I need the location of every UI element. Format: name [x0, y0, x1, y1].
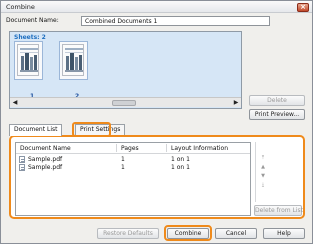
layout-cell: 1 on 1	[171, 156, 190, 163]
close-button[interactable]: ×	[297, 3, 309, 12]
table-row[interactable]: Sample.pdf 1 1 on 1	[16, 164, 250, 172]
move-top-icon[interactable]: ⤒	[259, 154, 267, 162]
restore-defaults-button[interactable]: Restore Defaults	[97, 228, 159, 239]
move-down-icon[interactable]: ▼	[259, 172, 267, 180]
scroll-right-icon[interactable]: ▶	[232, 99, 240, 107]
document-name-cell: Sample.pdf	[28, 156, 63, 163]
help-button[interactable]: Help	[263, 228, 305, 239]
move-up-icon[interactable]: ▲	[259, 163, 267, 171]
document-name-field[interactable]: Combined Documents 1	[81, 16, 270, 26]
layout-cell: 1 on 1	[171, 164, 190, 171]
document-list-table[interactable]: Document Name Pages Layout Information S…	[15, 142, 251, 216]
scroll-thumb[interactable]	[112, 100, 136, 106]
print-settings-highlight	[72, 122, 111, 137]
document-list-highlight: Document Name Pages Layout Information S…	[9, 135, 305, 219]
order-buttons-column: ⤒ ▲ ▼ ⤓	[255, 142, 302, 202]
pages-cell: 1	[121, 156, 125, 163]
cityscape-icon	[65, 48, 83, 72]
column-header-layout-information[interactable]: Layout Information	[171, 145, 228, 152]
document-name-label: Document Name:	[6, 17, 59, 24]
column-header-pages[interactable]: Pages	[121, 145, 139, 152]
column-divider	[166, 144, 167, 152]
sheet-page-image	[62, 44, 84, 76]
delete-from-list-button[interactable]: Delete from List	[254, 205, 303, 216]
sheet-page-image	[17, 44, 39, 76]
sheet-thumbnail[interactable]	[14, 41, 43, 80]
tab-document-list[interactable]: Document List	[9, 124, 63, 136]
sheet-horizontal-scrollbar[interactable]: ◀ ▶	[10, 97, 241, 107]
file-icon	[19, 164, 25, 171]
column-header-document-name[interactable]: Document Name	[20, 145, 71, 152]
column-divider	[116, 144, 117, 152]
pages-cell: 1	[121, 164, 125, 171]
delete-button[interactable]: Delete	[249, 95, 305, 106]
scroll-left-icon[interactable]: ◀	[11, 99, 19, 107]
document-name-cell: Sample.pdf	[28, 164, 63, 171]
move-bottom-icon[interactable]: ⤓	[259, 181, 267, 189]
title-bar: Combine ×	[1, 1, 312, 13]
table-row[interactable]: Sample.pdf 1 1 on 1	[16, 156, 250, 164]
sheet-thumbnail[interactable]	[59, 41, 88, 80]
header-divider	[16, 153, 250, 154]
cityscape-icon	[20, 48, 38, 72]
file-icon	[19, 156, 25, 163]
combine-dialog: Combine × Document Name: Combined Docume…	[0, 0, 313, 244]
cancel-button[interactable]: Cancel	[215, 228, 257, 239]
sheets-count-label: Sheets: 2	[14, 34, 46, 41]
print-preview-button[interactable]: Print Preview...	[249, 109, 305, 120]
combine-highlight	[164, 225, 212, 241]
window-title: Combine	[6, 3, 35, 11]
